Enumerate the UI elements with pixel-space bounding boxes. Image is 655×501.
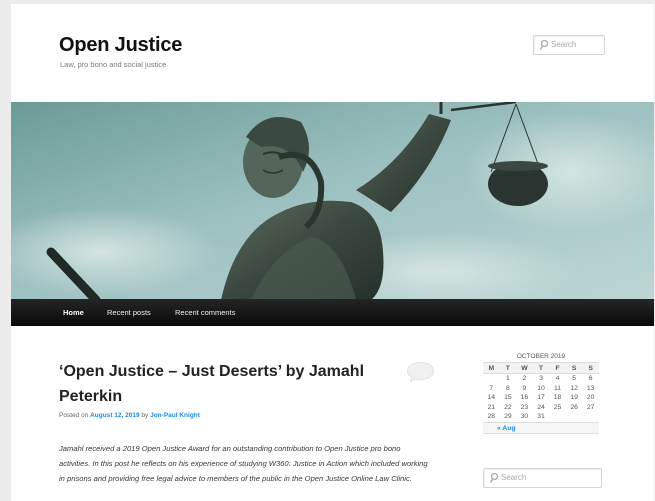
- calendar-widget: OCTOBER 2019 MTWTFSS 1 2 3 4 5 6 7 8 9 10 11 12 13 14…: [483, 351, 599, 434]
- nav-item-home[interactable]: Home: [63, 299, 84, 326]
- by-label: by: [141, 412, 149, 419]
- calendar-day: 21: [487, 403, 496, 411]
- calendar-day: 16: [520, 394, 529, 401]
- site-description: Law, pro bono and social justice: [60, 60, 167, 69]
- calendar-weekday: S: [582, 362, 599, 374]
- calendar-day: 30: [520, 413, 529, 420]
- post-title[interactable]: ‘Open Justice – Just Deserts’ by Jamahl …: [59, 359, 389, 409]
- author-link[interactable]: Jon-Paul Knight: [150, 412, 200, 419]
- calendar-day: [566, 412, 583, 422]
- calendar-day: 2: [522, 375, 527, 382]
- sidebar-search-input[interactable]: Search: [483, 468, 602, 488]
- calendar-week-row: 14 15 16 17 18 19 20: [483, 393, 599, 403]
- calendar-day: [582, 412, 599, 422]
- calendar-weekday: F: [549, 362, 566, 374]
- post-date-link[interactable]: August 12, 2019: [90, 412, 140, 419]
- main-navigation: Home Recent posts Recent comments: [11, 299, 654, 326]
- calendar-caption: OCTOBER 2019: [516, 353, 566, 360]
- calendar-day: 24: [537, 403, 545, 411]
- calendar-day: 4: [555, 375, 560, 382]
- calendar-week-row: 21 22 23 24 25 26 27: [483, 403, 599, 413]
- calendar-day: 18: [553, 394, 562, 401]
- calendar-day: [483, 374, 500, 384]
- calendar-day: 5: [572, 375, 576, 382]
- calendar-day: 7: [489, 384, 494, 392]
- calendar-day: 20: [586, 394, 595, 401]
- calendar-day: 15: [504, 394, 512, 401]
- calendar-weekday: W: [516, 362, 533, 374]
- calendar-prev-month-link[interactable]: « Aug: [483, 421, 599, 434]
- search-icon: [489, 472, 499, 483]
- calendar-day: 13: [586, 384, 595, 392]
- post-meta: Posted on August 12, 2019 by Jon-Paul Kn…: [59, 412, 200, 419]
- header-search-input[interactable]: Search: [533, 35, 605, 55]
- calendar-weekday: T: [499, 362, 517, 374]
- search-placeholder: Search: [501, 473, 527, 482]
- calendar-weekday: T: [532, 362, 550, 374]
- calendar-day: 31: [537, 413, 545, 420]
- calendar-day: 28: [487, 413, 496, 420]
- calendar-day: 26: [570, 403, 578, 411]
- calendar-day: 1: [505, 375, 510, 382]
- comment-bubble-icon[interactable]: [406, 361, 435, 383]
- calendar-day: 9: [522, 384, 527, 392]
- calendar-day: 25: [553, 403, 562, 411]
- calendar-table: MTWTFSS 1 2 3 4 5 6 7 8 9 10 11 12 13 14 15 16 17 18 19 20 2…: [483, 362, 599, 422]
- lady-justice-statue-image: [11, 102, 654, 300]
- posted-on-label: Posted on: [59, 412, 89, 419]
- nav-item-recent-comments[interactable]: Recent comments: [175, 299, 235, 326]
- page: Open Justice Law, pro bono and social ju…: [11, 4, 654, 501]
- calendar-day: 27: [586, 403, 595, 411]
- calendar-weekday: M: [483, 362, 500, 374]
- calendar-day: 29: [504, 413, 512, 420]
- calendar-day: 22: [504, 403, 512, 411]
- search-icon: [539, 39, 549, 50]
- post-excerpt: Jamahl received a 2019 Open Justice Awar…: [59, 444, 428, 483]
- nav-item-recent-posts[interactable]: Recent posts: [107, 299, 151, 326]
- calendar-day: 8: [505, 384, 510, 392]
- calendar-week-row: 7 8 9 10 11 12 13: [483, 384, 599, 394]
- calendar-day: [549, 412, 566, 422]
- calendar-day: 17: [537, 394, 545, 401]
- calendar-day: 23: [520, 403, 529, 411]
- calendar-day: 12: [570, 384, 578, 392]
- calendar-week-row: 28 29 30 31: [483, 412, 599, 422]
- calendar-day: 3: [539, 375, 543, 382]
- calendar-day: 14: [487, 394, 496, 401]
- search-placeholder: Search: [551, 40, 577, 49]
- calendar-day: 10: [537, 384, 545, 392]
- calendar-week-row: 1 2 3 4 5 6: [483, 374, 599, 384]
- calendar-day: 19: [570, 394, 578, 401]
- calendar-day: 6: [588, 375, 593, 382]
- calendar-weekday: S: [565, 362, 583, 374]
- site-title[interactable]: Open Justice: [59, 34, 182, 57]
- header-banner-image[interactable]: [11, 102, 654, 300]
- calendar-day: 11: [554, 384, 562, 392]
